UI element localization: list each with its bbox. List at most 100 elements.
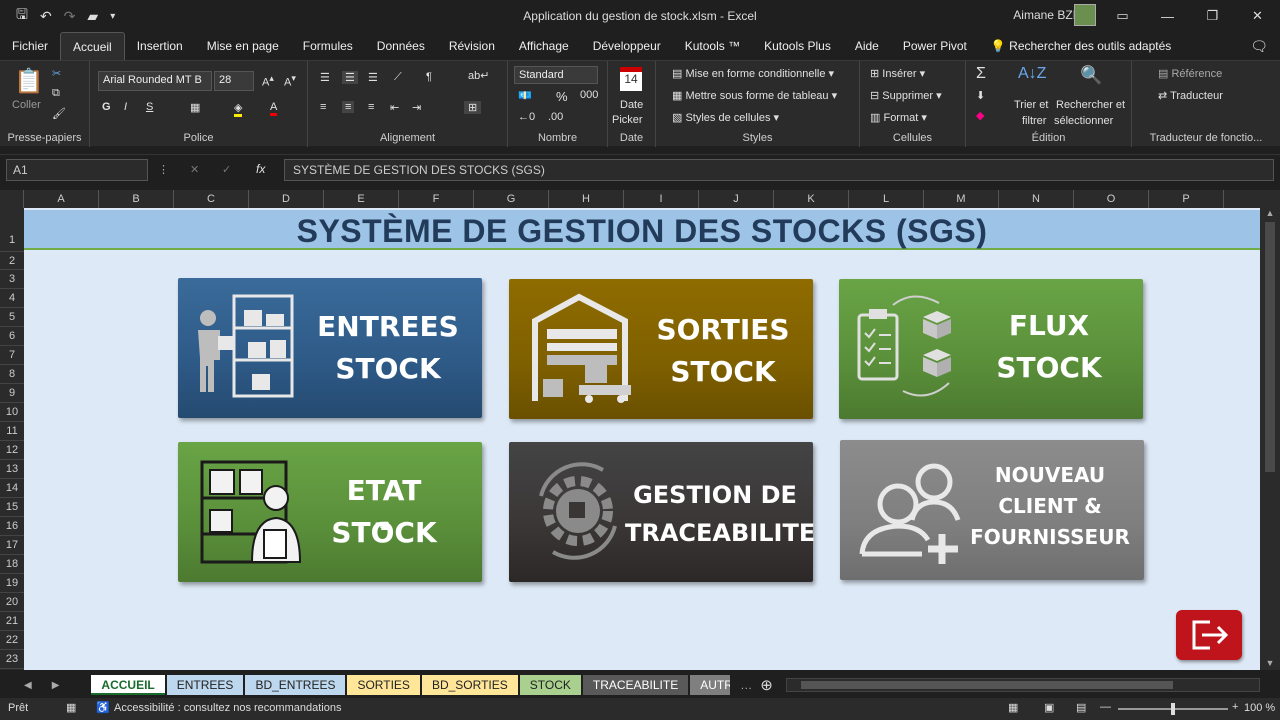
scroll-tabs-right-icon[interactable]: ▶ xyxy=(52,680,60,691)
date-picker-button[interactable]: Date xyxy=(620,99,643,111)
row-header[interactable]: 8 xyxy=(0,365,24,384)
accessibility-icon[interactable]: ♿ xyxy=(96,701,110,714)
cut-icon[interactable]: ✂ xyxy=(52,67,61,80)
row-header[interactable]: 18 xyxy=(0,555,24,574)
normal-view-icon[interactable]: ▦ xyxy=(1008,701,1018,714)
column-header[interactable]: K xyxy=(774,190,849,208)
etat-stock-button[interactable]: ETAT STOCK ☚ xyxy=(178,442,482,582)
number-format-select[interactable]: Standard xyxy=(514,66,598,84)
bold-button[interactable]: G xyxy=(102,101,111,113)
redo-icon[interactable]: ↷ xyxy=(64,8,76,25)
row-header[interactable]: 10 xyxy=(0,403,24,422)
rtl-icon[interactable]: ¶ xyxy=(426,71,432,83)
zoom-out-icon[interactable]: — xyxy=(1100,701,1111,713)
fill-icon[interactable]: ⬇ xyxy=(976,89,985,102)
translator-button[interactable]: ⇄ Traducteur xyxy=(1158,89,1223,102)
scroll-tabs-left-icon[interactable]: ◀ xyxy=(24,680,32,691)
conditional-formatting-button[interactable]: ▤ Mise en forme conditionnelle ▾ xyxy=(672,67,834,80)
row-header[interactable]: 13 xyxy=(0,460,24,479)
align-center-icon[interactable]: ≡ xyxy=(342,101,355,113)
traceabilite-button[interactable]: GESTION DE TRACEABILITE xyxy=(509,442,815,582)
paste-button[interactable]: Coller xyxy=(12,99,41,111)
increase-indent-icon[interactable]: ⇥ xyxy=(412,101,421,114)
sheet-tab-entrees[interactable]: ENTREES xyxy=(166,675,244,695)
tab-insertion[interactable]: Insertion xyxy=(125,32,195,60)
row-header[interactable]: 12 xyxy=(0,441,24,460)
nouveau-client-fournisseur-button[interactable]: NOUVEAU CLIENT & FOURNISSEUR xyxy=(840,440,1144,580)
tab-affichage[interactable]: Affichage xyxy=(507,32,581,60)
decrease-font-icon[interactable]: A▾ xyxy=(284,73,296,89)
row-header[interactable]: 7 xyxy=(0,346,24,365)
column-header[interactable]: C xyxy=(174,190,249,208)
tab-kutools-plus[interactable]: Kutools Plus xyxy=(752,32,843,60)
scroll-thumb[interactable] xyxy=(1265,222,1275,472)
row-header[interactable]: 2 xyxy=(0,252,24,270)
name-box[interactable]: A1 xyxy=(6,159,148,181)
sheet-tab-autres[interactable]: AUTR xyxy=(690,675,731,695)
row-header[interactable]: 16 xyxy=(0,517,24,536)
row-header[interactable]: 23 xyxy=(0,650,24,669)
orientation-icon[interactable]: ⟋ xyxy=(394,71,402,84)
copy-icon[interactable]: ⧉ xyxy=(52,87,60,100)
fill-color-icon[interactable]: ◈ xyxy=(234,101,243,117)
select-all-corner[interactable] xyxy=(0,190,24,208)
enter-icon[interactable]: ✓ xyxy=(222,163,231,176)
paste-icon[interactable]: 📋 xyxy=(14,67,44,96)
horizontal-scrollbar[interactable] xyxy=(786,678,1260,692)
ribbon-display-icon[interactable]: ▭ xyxy=(1100,0,1145,32)
row-header[interactable]: 1 xyxy=(0,208,24,252)
search-tools[interactable]: 💡 Rechercher des outils adaptés xyxy=(979,32,1183,60)
tab-aide[interactable]: Aide xyxy=(843,32,891,60)
vertical-scrollbar[interactable]: ▲ ▼ xyxy=(1260,208,1280,670)
italic-button[interactable]: I xyxy=(124,101,127,113)
column-header[interactable]: D xyxy=(249,190,324,208)
find-select-button[interactable]: Rechercher et xyxy=(1056,99,1125,111)
zoom-slider-thumb[interactable] xyxy=(1171,703,1175,715)
column-header[interactable]: L xyxy=(849,190,924,208)
column-header[interactable]: J xyxy=(699,190,774,208)
row-header[interactable]: 22 xyxy=(0,631,24,650)
scroll-thumb[interactable] xyxy=(801,681,1173,689)
align-left-icon[interactable]: ≡ xyxy=(320,101,326,113)
align-right-icon[interactable]: ≡ xyxy=(368,101,374,113)
sheet-tab-sorties[interactable]: SORTIES xyxy=(347,675,420,695)
clear-icon[interactable]: ◆ xyxy=(976,109,984,122)
row-header[interactable]: 14 xyxy=(0,479,24,498)
close-button[interactable]: ✕ xyxy=(1235,0,1280,32)
cell-styles-button[interactable]: ▧ Styles de cellules ▾ xyxy=(672,111,779,124)
sheet-tab-bd-sorties[interactable]: BD_SORTIES xyxy=(421,675,518,695)
format-cells-button[interactable]: ▥ Format ▾ xyxy=(870,111,927,124)
delete-cells-button[interactable]: ⊟ Supprimer ▾ xyxy=(870,89,942,102)
underline-button[interactable]: S xyxy=(146,101,153,113)
percent-button[interactable]: % xyxy=(556,89,568,104)
column-header[interactable]: E xyxy=(324,190,399,208)
insert-cells-button[interactable]: ⊞ Insérer ▾ xyxy=(870,67,925,80)
avatar[interactable] xyxy=(1074,4,1096,26)
add-sheet-icon[interactable]: ⊕ xyxy=(760,676,773,694)
insert-function-icon[interactable]: fx xyxy=(256,162,265,176)
align-bottom-icon[interactable]: ☰ xyxy=(368,71,378,84)
row-header[interactable]: 11 xyxy=(0,422,24,441)
row-header[interactable]: 9 xyxy=(0,384,24,403)
zoom-in-icon[interactable]: + xyxy=(1232,701,1238,713)
tab-formules[interactable]: Formules xyxy=(291,32,365,60)
merge-center-icon[interactable]: ⊞ xyxy=(464,101,482,114)
sheet-tab-accueil[interactable]: ACCUEIL xyxy=(91,675,165,695)
undo-icon[interactable]: ↶ xyxy=(40,8,52,25)
sort-filter-button[interactable]: Trier et xyxy=(1014,99,1048,111)
column-header[interactable]: H xyxy=(549,190,624,208)
row-header[interactable]: 17 xyxy=(0,536,24,555)
font-color-icon[interactable]: A xyxy=(270,101,278,116)
align-middle-icon[interactable]: ☰ xyxy=(342,71,358,84)
column-header[interactable]: N xyxy=(999,190,1074,208)
align-top-icon[interactable]: ☰ xyxy=(320,71,330,84)
maximize-button[interactable]: ❐ xyxy=(1190,0,1235,32)
comma-style-icon[interactable]: 000 xyxy=(580,89,598,101)
borders-icon[interactable]: ▦ xyxy=(190,101,200,114)
reference-button[interactable]: ▤ Référence xyxy=(1158,67,1222,80)
customize-qat-icon[interactable]: ▾ xyxy=(110,11,115,22)
tab-kutools[interactable]: Kutools ™ xyxy=(673,32,752,60)
format-painter-icon[interactable]: 🖌 xyxy=(52,107,66,120)
increase-font-icon[interactable]: A▴ xyxy=(262,73,274,89)
entrees-stock-button[interactable]: ENTREES STOCK xyxy=(178,278,482,418)
